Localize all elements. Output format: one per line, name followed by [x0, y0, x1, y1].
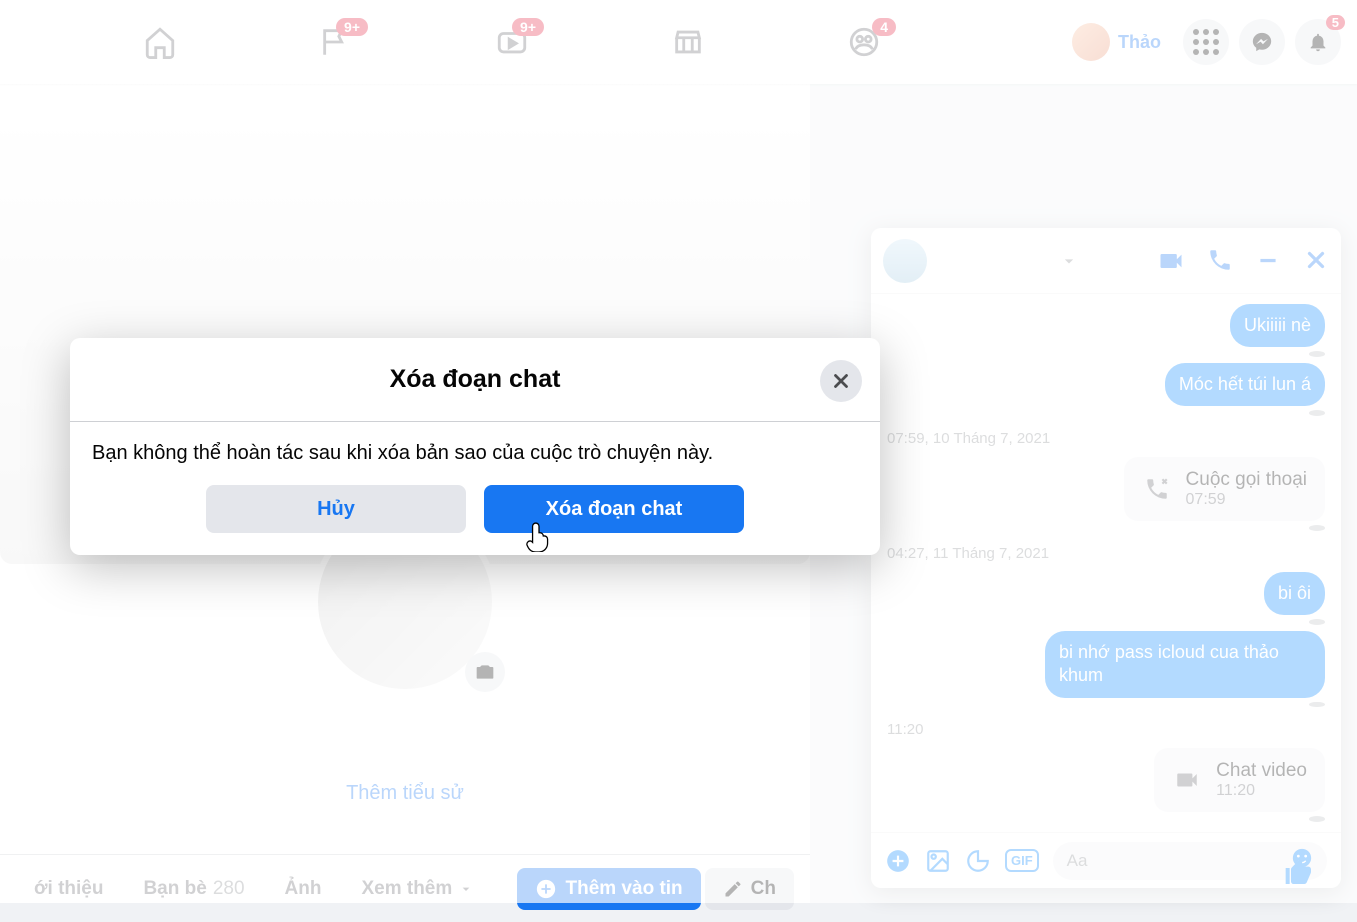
modal-header: Xóa đoạn chat [70, 338, 880, 422]
cancel-button[interactable]: Hủy [206, 485, 466, 533]
modal-close-button[interactable] [820, 360, 862, 402]
delete-chat-modal: Xóa đoạn chat Bạn không thể hoàn tác sau… [70, 338, 880, 555]
confirm-delete-button[interactable]: Xóa đoạn chat [484, 485, 744, 533]
modal-title: Xóa đoạn chat [390, 365, 561, 394]
modal-body-text: Bạn không thể hoàn tác sau khi xóa bản s… [70, 422, 880, 471]
modal-footer: Hủy Xóa đoạn chat [70, 471, 880, 555]
close-icon [830, 370, 852, 392]
